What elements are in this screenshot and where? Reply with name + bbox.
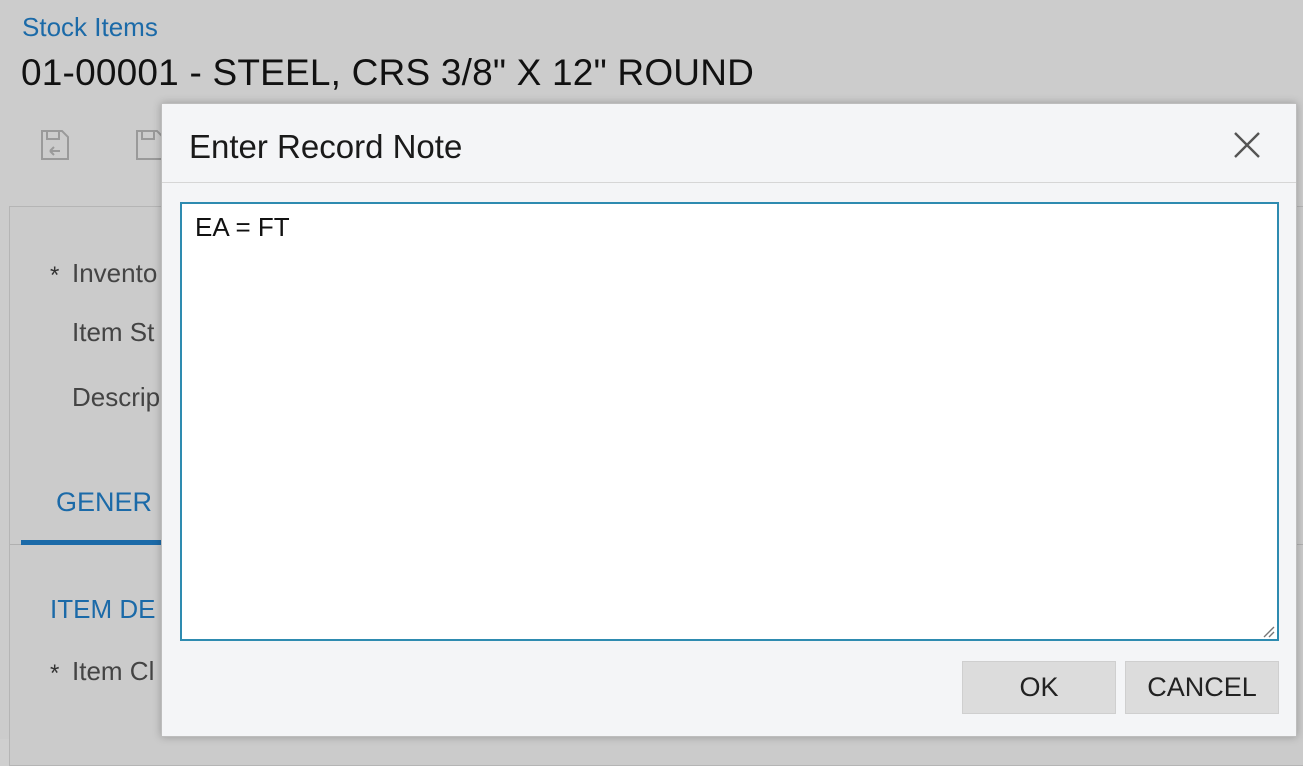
description-label: Descrip [72,382,161,412]
resize-handle-icon[interactable] [1261,624,1275,638]
required-marker: * [50,262,60,289]
dialog-header: Enter Record Note [162,104,1296,183]
dialog-title: Enter Record Note [189,128,463,165]
item-class-label: Item Cl [72,656,155,686]
tab-active-indicator [21,540,171,545]
ok-button[interactable]: OK [962,661,1116,714]
record-note-dialog: Enter Record Note EA = FT OK CANCEL [161,103,1297,737]
cancel-button[interactable]: CANCEL [1125,661,1279,714]
section-item-defaults: ITEM DE [50,594,156,624]
close-icon[interactable] [1232,130,1262,160]
save-and-close-icon[interactable] [38,127,72,163]
tab-general[interactable]: GENER [56,487,152,518]
breadcrumb-stock-items[interactable]: Stock Items [22,12,158,43]
required-marker: * [50,660,60,687]
item-status-label: Item St [72,317,155,347]
inventory-id-label: Invento [72,258,158,288]
note-textarea[interactable]: EA = FT [180,202,1279,641]
page-title: 01-00001 - STEEL, CRS 3/8" X 12" ROUND [21,52,755,93]
